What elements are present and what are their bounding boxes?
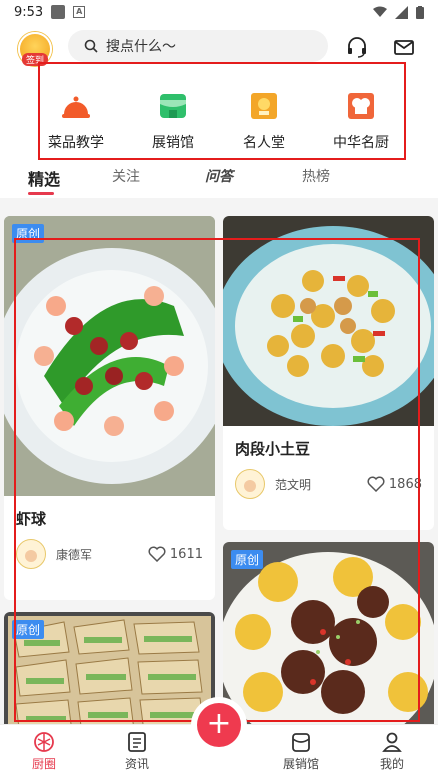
tab-hot[interactable]: 热榜 [302, 166, 330, 186]
shortcut-hall-of-fame[interactable]: 名人堂 [219, 90, 309, 152]
nav-kitchen-circle[interactable]: 厨圈 [14, 731, 74, 772]
shortcut-dish-teaching[interactable]: 菜品教学 [31, 90, 121, 152]
nav-showroom[interactable]: 展销馆 [271, 731, 331, 772]
mail-icon[interactable] [393, 36, 415, 58]
shortcut-grid: 菜品教学 展销馆 名人堂 中华名厨 [0, 70, 438, 162]
like-button[interactable]: 1868 [367, 476, 422, 492]
feed-tabs: 精选 关注 问答 热榜 [0, 162, 438, 198]
cloche-icon [60, 90, 92, 122]
notification-icon [51, 5, 66, 19]
headset-icon[interactable] [346, 36, 368, 58]
original-tag: 原创 [12, 224, 45, 243]
battery-icon [416, 5, 424, 19]
publish-button[interactable]: + [197, 703, 241, 747]
original-tag: 原创 [12, 620, 45, 639]
recipe-card-braised[interactable]: 原创 [223, 542, 434, 728]
search-icon [84, 39, 98, 53]
recipe-feed: 原创 虾球 康德军 1611 原创 肉段小土豆 范文明 1868 原创 [0, 208, 438, 728]
recipe-title: 肉段小土豆 [235, 440, 311, 458]
bottom-nav: 厨圈 资讯 + 展销馆 我的 [0, 703, 438, 780]
like-count: 1868 [388, 476, 422, 492]
shortcut-showroom[interactable]: 展销馆 [128, 90, 218, 152]
signin-label: 签到 [21, 53, 49, 66]
signin-button[interactable]: 签到 [18, 32, 52, 66]
shortcut-chinese-chefs[interactable]: 中华名厨 [316, 90, 406, 152]
recipe-image: 原创 [223, 542, 434, 728]
storefront-icon [157, 90, 189, 122]
keyboard-icon: A [73, 6, 86, 18]
recipe-image: 原创 [4, 612, 215, 728]
recipe-image [223, 216, 434, 426]
nav-profile[interactable]: 我的 [362, 731, 422, 772]
nav-label: 我的 [379, 757, 404, 771]
tab-following[interactable]: 关注 [112, 166, 140, 186]
wifi-icon [373, 6, 387, 17]
search-input[interactable]: 搜点什么～ [68, 30, 328, 62]
avatar[interactable] [16, 539, 46, 569]
original-tag: 原创 [231, 550, 264, 569]
avatar[interactable] [235, 469, 265, 499]
nav-label: 厨圈 [31, 757, 56, 771]
author-name[interactable]: 康德军 [56, 546, 92, 563]
nav-label: 资讯 [124, 757, 149, 771]
news-icon [128, 732, 146, 752]
kitchen-circle-icon [34, 732, 54, 752]
tab-underline [28, 192, 54, 195]
shortcut-label: 菜品教学 [48, 135, 104, 151]
tab-featured[interactable]: 精选 [28, 166, 60, 190]
medal-icon [248, 90, 280, 122]
status-time: 9:53 [14, 4, 44, 20]
recipe-card-potato[interactable]: 肉段小土豆 范文明 1868 [223, 216, 434, 530]
recipe-meta: 范文明 1868 [223, 459, 434, 509]
like-count: 1611 [169, 546, 203, 562]
recipe-meta: 康德军 1611 [4, 529, 215, 579]
chef-hat-icon [345, 90, 377, 122]
recipe-title: 虾球 [16, 510, 47, 528]
nav-news[interactable]: 资讯 [107, 731, 167, 772]
profile-icon [382, 732, 402, 752]
top-header: 签到 搜点什么～ [0, 24, 438, 70]
recipe-card-shrimp[interactable]: 原创 虾球 康德军 1611 [4, 216, 215, 600]
author-name[interactable]: 范文明 [275, 476, 311, 493]
signal-icon [395, 5, 408, 19]
search-placeholder: 搜点什么～ [106, 39, 176, 55]
storefront-icon [292, 733, 310, 752]
recipe-image: 原创 [4, 216, 215, 496]
shortcut-label: 名人堂 [243, 135, 285, 151]
nav-label: 展销馆 [282, 757, 319, 771]
tab-qa[interactable]: 问答 [205, 166, 233, 186]
shortcut-label: 展销馆 [152, 135, 194, 151]
like-button[interactable]: 1611 [148, 546, 203, 562]
heart-icon [367, 476, 385, 492]
recipe-card-wraps[interactable]: 原创 [4, 612, 215, 728]
heart-icon [148, 546, 166, 562]
status-bar: 9:53 A [0, 0, 438, 24]
shortcut-label: 中华名厨 [333, 135, 389, 151]
